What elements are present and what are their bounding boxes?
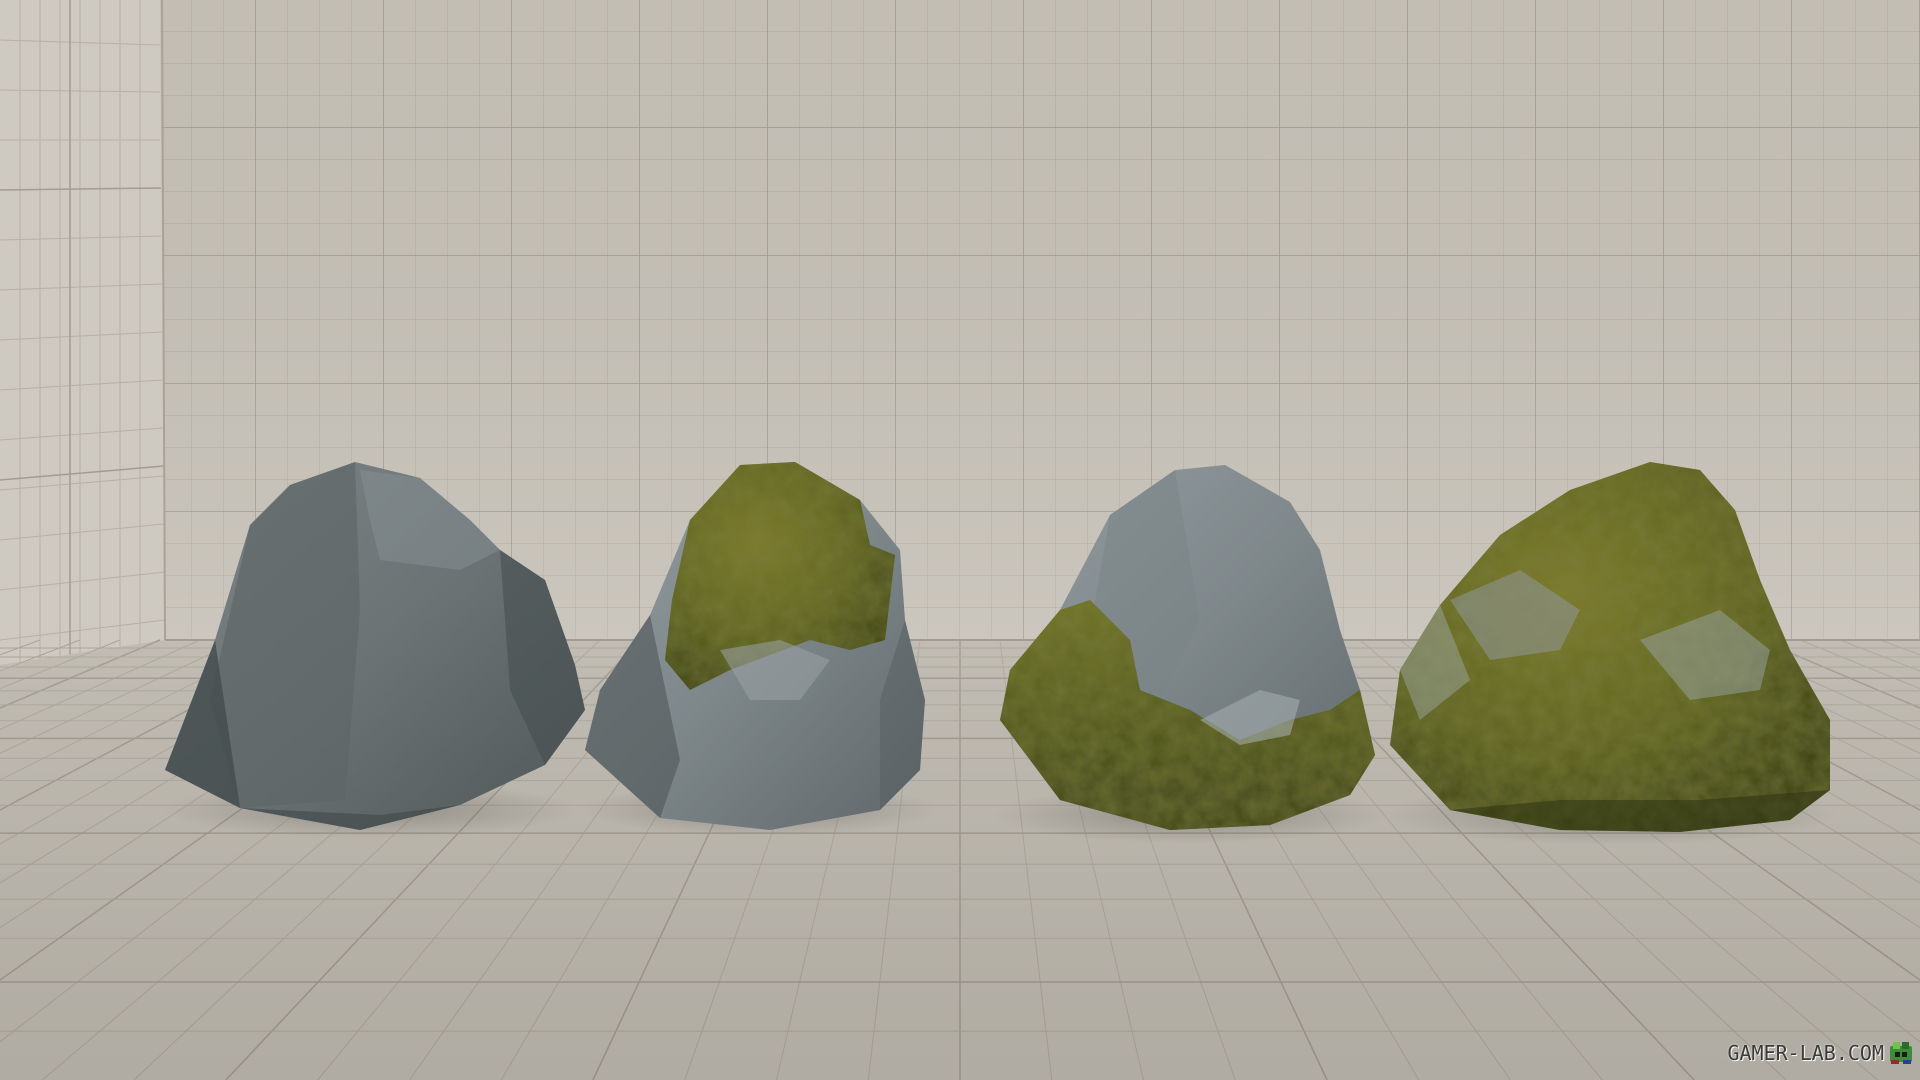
side-wall	[0, 0, 166, 665]
watermark-text: GAMER-LAB.COM	[1727, 1041, 1884, 1065]
game-viewport	[0, 0, 1920, 1080]
watermark: GAMER-LAB.COM	[1727, 1040, 1914, 1066]
gamer-lab-logo-icon	[1890, 1042, 1912, 1064]
